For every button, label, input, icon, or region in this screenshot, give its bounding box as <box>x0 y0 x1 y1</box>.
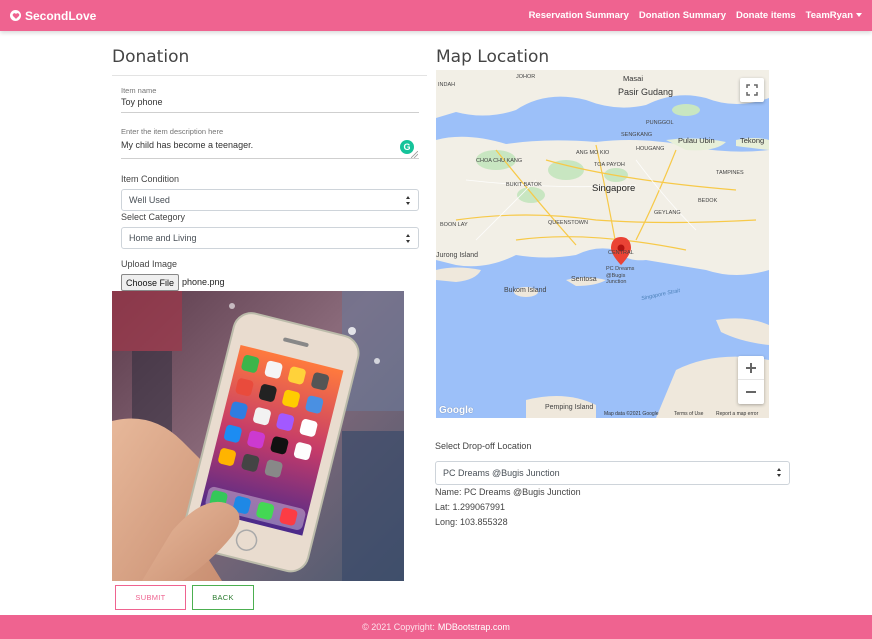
map-label-pemping: Pemping Island <box>545 404 594 411</box>
map-attribution: Map data ©2021 Google <box>604 411 659 417</box>
map-label-hougang: HOUGANG <box>636 146 665 152</box>
caret-down-icon <box>856 13 862 18</box>
minus-icon <box>746 391 756 393</box>
donation-title: Donation <box>112 47 190 67</box>
brand-logo[interactable]: SecondLove <box>10 9 96 23</box>
footer-link[interactable]: MDBootstrap.com <box>438 622 510 632</box>
dropoff-lat: Lat: 1.299067991 <box>435 502 506 512</box>
map-label-toa-payoh: TOA PAYOH <box>594 162 625 168</box>
map-label-ang-mo-kio: ANG MO KIO <box>576 150 610 156</box>
back-button[interactable]: BACK <box>192 585 254 610</box>
map-terms-link[interactable]: Terms of Use <box>674 411 703 417</box>
map-label-tekong: Tekong <box>740 136 765 145</box>
map-label-johor: JOHOR <box>516 74 536 80</box>
brand-name: SecondLove <box>25 8 97 23</box>
dropoff-long: Long: 103.855328 <box>435 517 508 527</box>
description-textarea[interactable]: My child has become a teenager. <box>121 140 253 150</box>
select-arrows-icon <box>406 234 411 244</box>
user-menu[interactable]: TeamRyan <box>806 10 862 21</box>
map-label-central: CENTRAL <box>608 250 634 256</box>
dropoff-name: Name: PC Dreams @Bugis Junction <box>435 487 581 497</box>
upload-label: Upload Image <box>121 259 178 269</box>
map-label-bedok: BEDOK <box>698 198 718 204</box>
condition-select-value: Well Used <box>129 195 170 205</box>
map-label-punggol: PUNGGOL <box>646 120 674 126</box>
uploaded-image-preview <box>112 291 404 581</box>
choose-file-button[interactable]: Choose File <box>121 274 179 291</box>
plus-icon <box>746 362 756 373</box>
map-label-jurong-island: Jurong Island <box>436 252 479 259</box>
zoom-out-button[interactable] <box>738 380 764 404</box>
map-label-bukom: Bukom Island <box>504 287 547 294</box>
fullscreen-icon <box>746 84 758 96</box>
title-divider <box>112 75 427 76</box>
map-label-tampines: TAMPINES <box>716 170 744 176</box>
map-label-masai: Masai <box>623 74 644 83</box>
submit-button[interactable]: SUBMIT <box>115 585 186 610</box>
map-label-geylang: GEYLANG <box>654 210 681 216</box>
map-label-choa-chu-kang: CHOA CHU KANG <box>476 158 523 164</box>
category-select[interactable]: Home and Living <box>121 227 419 249</box>
map-label-pulau-ubin: Pulau Ubin <box>678 136 715 145</box>
map-label-boon-lay: BOON LAY <box>440 222 468 228</box>
dropoff-select-value: PC Dreams @Bugis Junction <box>443 468 560 478</box>
nav-donation-summary[interactable]: Donation Summary <box>639 10 726 21</box>
map-label-sentosa: Sentosa <box>571 276 597 283</box>
footer-copyright: © 2021 Copyright: <box>362 622 435 632</box>
item-name-input[interactable]: Toy phone <box>121 97 163 107</box>
zoom-control <box>738 356 764 404</box>
map-label-pasir-gudang: Pasir Gudang <box>618 87 674 97</box>
nav-links: Reservation Summary Donation Summary Don… <box>519 10 862 21</box>
map-label-bukit-batok: BUKIT BATOK <box>506 182 542 188</box>
file-name: phone.png <box>182 277 225 287</box>
map-marker-label: PC Dreams @Bugis Junction <box>606 266 635 285</box>
category-select-value: Home and Living <box>129 233 197 243</box>
select-arrows-icon <box>406 196 411 206</box>
map-view[interactable]: Masai Pasir Gudang Pulau Ubin Tekong Sin… <box>436 70 769 418</box>
zoom-in-button[interactable] <box>738 356 764 380</box>
top-navbar: SecondLove Reservation Summary Donation … <box>0 0 872 31</box>
map-label-city: Singapore <box>592 183 636 194</box>
condition-select[interactable]: Well Used <box>121 189 419 211</box>
nav-reservation-summary[interactable]: Reservation Summary <box>529 10 629 21</box>
description-underline <box>121 158 419 159</box>
select-arrows-icon <box>777 468 782 478</box>
page-footer: © 2021 Copyright: MDBootstrap.com <box>0 615 872 639</box>
heart-icon <box>10 10 21 21</box>
nav-donate-items[interactable]: Donate items <box>736 10 796 21</box>
item-name-label: Item name <box>121 86 157 95</box>
item-name-underline <box>121 112 419 113</box>
fullscreen-button[interactable] <box>740 78 764 102</box>
description-label: Enter the item description here <box>121 127 224 136</box>
resize-handle-icon[interactable] <box>411 151 418 158</box>
category-label: Select Category <box>121 212 186 222</box>
map-title: Map Location <box>436 47 550 67</box>
map-label-queenstown: QUEENSTOWN <box>548 220 588 226</box>
map-report-link[interactable]: Report a map error <box>716 411 758 417</box>
google-logo[interactable]: Google <box>439 405 473 416</box>
map-label-sengkang: SENGKANG <box>621 132 653 138</box>
user-menu-label: TeamRyan <box>805 10 853 21</box>
dropoff-label: Select Drop-off Location <box>435 441 532 451</box>
condition-label: Item Condition <box>121 174 180 184</box>
dropoff-select[interactable]: PC Dreams @Bugis Junction <box>435 461 790 485</box>
map-label-indah: INDAH <box>438 82 456 88</box>
